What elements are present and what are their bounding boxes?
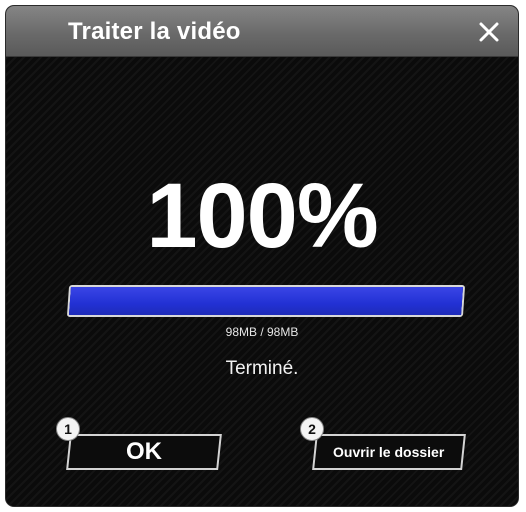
status-text: Terminé. [225,358,299,379]
open-folder-button[interactable]: Ouvrir le dossier [312,434,466,470]
file-size-label: 98MB / 98MB [225,325,299,339]
close-icon[interactable] [476,19,502,45]
step-badge-2: 2 [300,417,324,441]
dialog-title: Traiter la vidéo [68,18,241,45]
progress-bar-fill [69,287,463,315]
dialog-content: 100% 98MB / 98MB Terminé. OK 1 Ouvrir le… [6,57,518,506]
ok-button[interactable]: OK [66,434,222,470]
dialog-titlebar[interactable]: Traiter la vidéo [6,6,518,57]
ok-button-label: OK [126,438,162,465]
process-video-dialog: Traiter la vidéo 100% 98MB / 98MB Termin… [6,6,518,506]
progress-percent: 100% [146,165,378,267]
progress-bar [66,285,466,317]
open-folder-button-label: Ouvrir le dossier [333,444,445,460]
step-badge-1: 1 [56,417,80,441]
